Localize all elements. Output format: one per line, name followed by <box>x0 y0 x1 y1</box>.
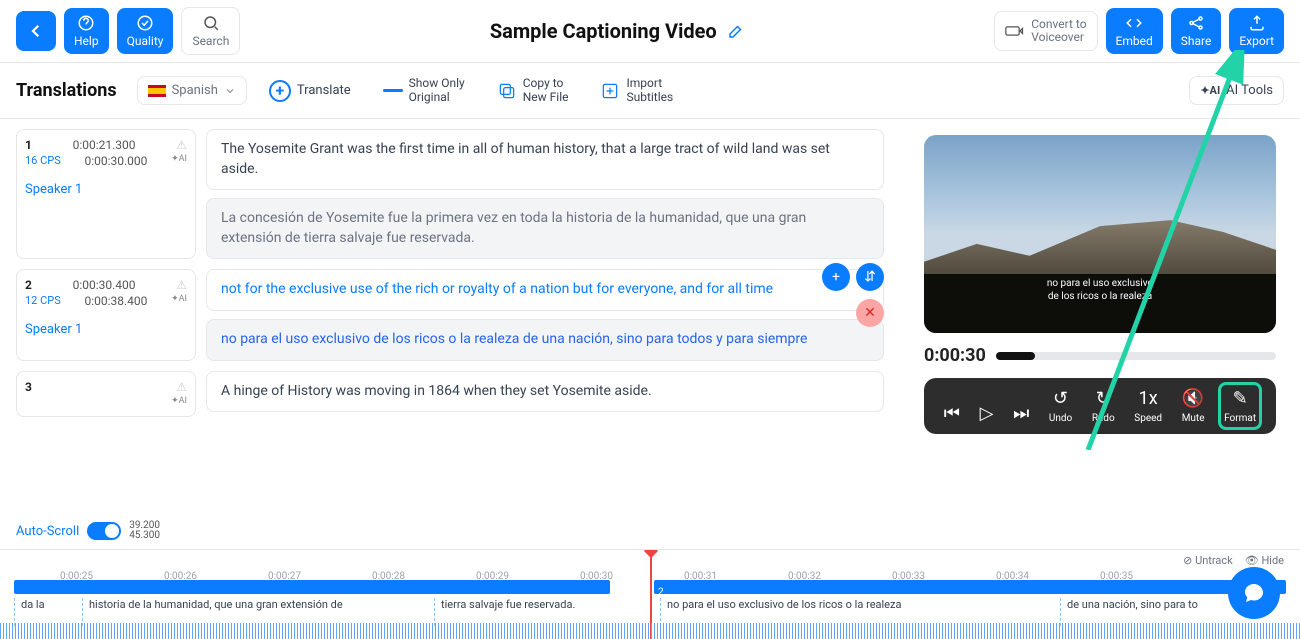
show-original-button[interactable]: Show OnlyOriginal <box>373 71 475 109</box>
progress-bar[interactable] <box>996 352 1276 360</box>
original-text[interactable]: not for the exclusive use of the rich or… <box>206 269 884 311</box>
help-label: Help <box>74 34 99 48</box>
ai-badge-icon: ✦AI <box>171 294 187 308</box>
caption-end: 0:00:30.000 <box>84 154 147 168</box>
edit-title-icon[interactable] <box>727 22 745 40</box>
skip-forward-icon: ⏭ <box>1013 403 1029 424</box>
search-button[interactable]: Search <box>181 7 240 55</box>
plus-icon: + <box>269 80 291 102</box>
caption-meta[interactable]: 1 0:00:21.300 ⚠ 16 CPS 0:00:30.000 ✦AI Speak… <box>16 129 196 259</box>
caption-index: 2 <box>25 278 32 292</box>
copy-new-file-button[interactable]: Copy toNew File <box>487 71 579 109</box>
waveform <box>0 623 1300 639</box>
skip-back-icon: ⏮ <box>944 403 960 424</box>
original-text[interactable]: A hinge of History was moving in 1864 wh… <box>206 371 884 413</box>
play-button[interactable]: ▷ <box>980 403 994 424</box>
caption-row: ✓ 20:00:30.400⚠ 12 CPS0:00:38.400✦AI Spe… <box>16 269 884 360</box>
chat-fab[interactable] <box>1228 567 1280 619</box>
add-caption-button[interactable]: + <box>822 263 850 291</box>
caption-index: 3 <box>25 380 32 394</box>
flag-icon <box>148 85 166 97</box>
warning-icon: ⚠ <box>176 138 187 152</box>
redo-icon: ↻ <box>1096 388 1111 409</box>
caption-cps: 12 CPS <box>25 294 61 308</box>
mute-icon: 🔇 <box>1182 388 1204 409</box>
caption-index: 1 <box>25 138 32 152</box>
language-label: Spanish <box>172 83 218 98</box>
auto-scroll-toggle[interactable]: Auto-Scroll 39.20045.300 <box>16 521 160 541</box>
timeline-text[interactable]: tierra salvaje fue reservada. <box>434 598 610 626</box>
import-icon <box>600 81 620 101</box>
embed-button[interactable]: Embed <box>1106 8 1163 54</box>
mute-button[interactable]: 🔇Mute <box>1182 388 1205 424</box>
skip-back-button[interactable]: ⏮ <box>944 403 960 424</box>
play-icon: ▷ <box>980 403 994 424</box>
caption-start: 0:00:21.300 <box>73 138 136 152</box>
timeline-clip[interactable]: 2 <box>654 580 1286 594</box>
translations-title: Translations <box>16 80 117 101</box>
warning-icon: ⚠ <box>176 380 187 394</box>
speed-button[interactable]: 1xSpeed <box>1134 388 1162 424</box>
timeline-text[interactable]: no para el uso exclusivo de los ricos o … <box>660 598 1040 626</box>
current-time: 0:00:30 <box>924 345 986 366</box>
toggle-icon <box>87 522 121 540</box>
quality-button[interactable]: Quality <box>117 8 174 54</box>
ai-tools-button[interactable]: ✦AIAI Tools <box>1189 76 1284 105</box>
caption-cps: 16 CPS <box>25 154 61 168</box>
convert-voiceover-button[interactable]: Convert toVoiceover <box>994 11 1097 51</box>
caption-meta[interactable]: 3 ⚠ ✦AI <box>16 371 196 417</box>
speaker-label[interactable]: Speaker 1 <box>25 322 187 337</box>
translated-text[interactable]: no para el uso exclusivo de los ricos o … <box>206 319 884 361</box>
caption-meta[interactable]: 2 0:00:30.400 ⚠ 12 CPS 0:00:38.400 ✦AI Speak… <box>16 269 196 360</box>
speed-icon: 1x <box>1139 388 1158 409</box>
delete-caption-button[interactable]: ✕ <box>856 299 884 327</box>
quality-label: Quality <box>127 34 164 48</box>
language-dropdown[interactable]: Spanish <box>137 76 247 105</box>
line-icon <box>383 89 403 92</box>
export-button[interactable]: Export <box>1229 8 1284 54</box>
caption-row: ✓ 3⚠ ✦AI A hinge of History was moving i… <box>16 371 884 417</box>
video-preview[interactable]: no para el uso exclusivode los ricos o l… <box>924 135 1276 333</box>
copy-icon <box>497 81 517 101</box>
caption-row: ✓ 10:00:21.300⚠ 16 CPS0:00:30.000✦AI Spe… <box>16 129 884 259</box>
undo-button[interactable]: ↺Undo <box>1049 388 1072 424</box>
playback-controls: ⏮ ▷ ⏭ ↺Undo ↻Redo 1xSpeed 🔇Mute ✎Format <box>924 378 1276 434</box>
speaker-label[interactable]: Speaker 1 <box>25 182 187 197</box>
share-button[interactable]: Share <box>1171 8 1222 54</box>
untrack-button[interactable]: ⊘ Untrack <box>1183 554 1233 567</box>
search-label: Search <box>192 34 229 48</box>
caption-end: 0:00:38.400 <box>84 294 147 308</box>
ai-badge-icon: ✦AI <box>171 396 187 406</box>
caption-start: 0:00:30.400 <box>73 278 136 292</box>
format-icon: ✎ <box>1233 388 1248 409</box>
chat-icon <box>1242 581 1266 605</box>
help-button[interactable]: Help <box>64 8 109 54</box>
original-text[interactable]: The Yosemite Grant was the first time in… <box>206 129 884 190</box>
timeline[interactable]: ⊘ Untrack 👁 Hide 0:00:250:00:260:00:270:… <box>0 549 1300 639</box>
import-subtitles-button[interactable]: ImportSubtitles <box>590 71 683 109</box>
timeline-text[interactable]: historia de la humanidad, que una gran e… <box>82 598 418 626</box>
format-button[interactable]: ✎Format <box>1224 388 1256 424</box>
chevron-down-icon <box>224 85 236 97</box>
page-title: Sample Captioning Video <box>490 19 717 43</box>
back-button[interactable] <box>16 11 56 51</box>
translated-text[interactable]: La concesión de Yosemite fue la primera … <box>206 198 884 259</box>
redo-button[interactable]: ↻Redo <box>1092 388 1115 424</box>
hide-button[interactable]: 👁 Hide <box>1245 554 1284 567</box>
undo-icon: ↺ <box>1053 388 1068 409</box>
ai-icon: ✦AI <box>1200 84 1220 97</box>
skip-forward-button[interactable]: ⏭ <box>1013 403 1029 424</box>
warning-icon: ⚠ <box>176 278 187 292</box>
timeline-text[interactable]: da la <box>14 598 74 626</box>
timeline-clip[interactable] <box>14 580 610 594</box>
translate-button[interactable]: +Translate <box>259 74 361 108</box>
ai-badge-icon: ✦AI <box>171 154 187 168</box>
merge-caption-button[interactable]: ⇵ <box>856 263 884 291</box>
